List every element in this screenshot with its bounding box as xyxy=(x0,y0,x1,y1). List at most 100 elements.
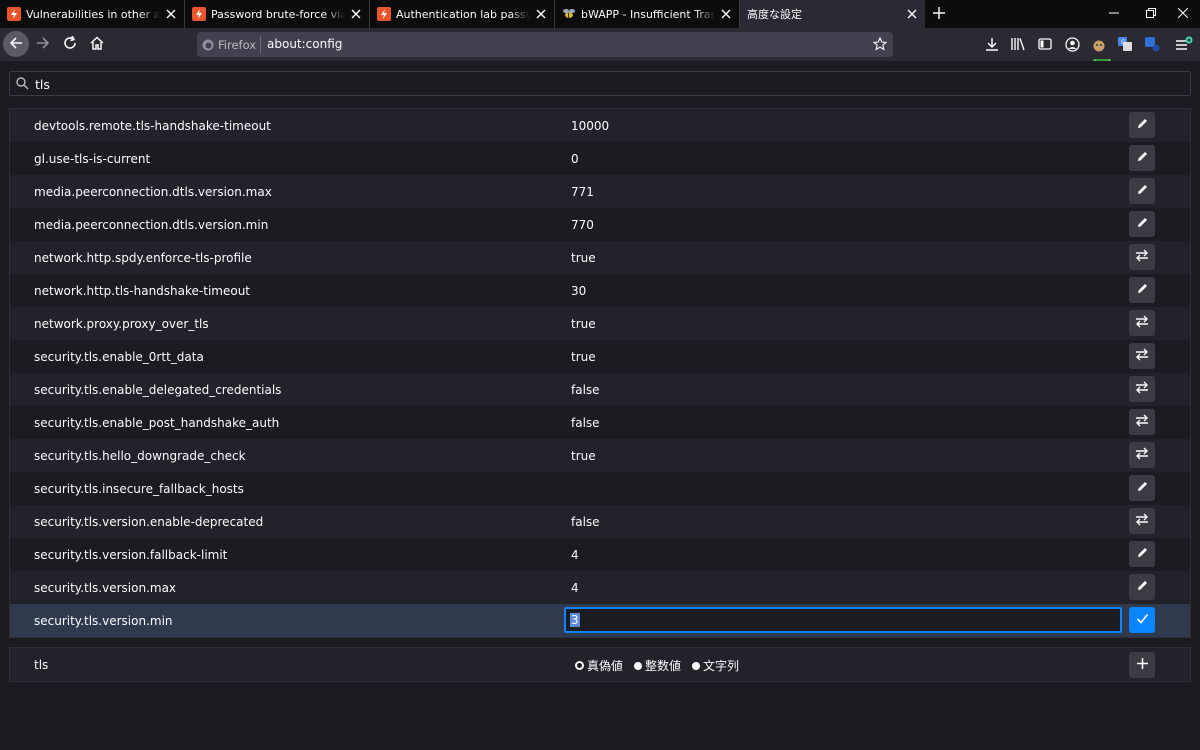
close-icon[interactable] xyxy=(534,7,548,21)
library-icon[interactable] xyxy=(1008,34,1028,54)
tab-password-brute-force[interactable]: Password brute-force via passw xyxy=(185,0,370,28)
radio-selected-icon xyxy=(575,661,584,670)
edit-button[interactable] xyxy=(1129,211,1155,237)
search-icon xyxy=(16,77,29,93)
close-icon[interactable] xyxy=(164,7,178,21)
tab-title: Password brute-force via passw xyxy=(211,7,345,21)
pencil-icon xyxy=(1136,579,1149,595)
pref-name: security.tls.hello_downgrade_check xyxy=(34,449,246,463)
about-config-page: tls devtools.remote.tls-handshake-timeou… xyxy=(0,61,1200,750)
pref-row[interactable]: gl.use-tls-is-current 0 xyxy=(10,142,1190,175)
minimize-button[interactable] xyxy=(1097,0,1131,28)
reload-button[interactable] xyxy=(57,31,83,57)
extension-language-icon[interactable] xyxy=(1142,34,1162,54)
save-button[interactable] xyxy=(1129,607,1155,633)
edit-button[interactable] xyxy=(1129,112,1155,138)
pref-value: true xyxy=(571,251,596,265)
toggle-arrows-icon xyxy=(1135,513,1149,529)
pref-name: security.tls.version.max xyxy=(34,581,177,595)
type-radio-string[interactable]: 文字列 xyxy=(692,657,739,674)
edit-button[interactable] xyxy=(1129,178,1155,204)
download-icon[interactable] xyxy=(982,34,1002,54)
account-icon[interactable] xyxy=(1062,34,1082,54)
edit-button[interactable] xyxy=(1129,541,1155,567)
pref-search-input[interactable]: tls xyxy=(9,71,1191,96)
pref-row[interactable]: media.peerconnection.dtls.version.max 771 xyxy=(10,175,1190,208)
toggle-button[interactable] xyxy=(1129,442,1155,468)
close-icon xyxy=(1177,7,1189,21)
pref-row[interactable]: security.tls.enable_post_handshake_auth f… xyxy=(10,406,1190,439)
toggle-button[interactable] xyxy=(1129,343,1155,369)
pencil-icon xyxy=(1136,150,1149,166)
tab-title: Vulnerabilities in other authentic xyxy=(26,7,160,21)
tab-authentication-lab[interactable]: Authentication lab passwords | xyxy=(370,0,555,28)
restore-button[interactable] xyxy=(1134,0,1168,28)
edit-button[interactable] xyxy=(1129,145,1155,171)
type-radio-number[interactable]: 整数値 xyxy=(634,657,681,674)
toggle-button[interactable] xyxy=(1129,508,1155,534)
burp-icon xyxy=(192,7,206,21)
pref-row[interactable]: security.tls.insecure_fallback_hosts xyxy=(10,472,1190,505)
pref-row-editing[interactable]: security.tls.version.min 3 xyxy=(10,604,1190,637)
pref-value: false xyxy=(571,416,600,430)
edit-button[interactable] xyxy=(1129,277,1155,303)
pref-name: media.peerconnection.dtls.version.max xyxy=(34,185,272,199)
tab-advanced-settings[interactable]: 高度な設定 xyxy=(740,0,925,28)
pencil-icon xyxy=(1136,183,1149,199)
toggle-button[interactable] xyxy=(1129,376,1155,402)
tab-vulnerabilities[interactable]: Vulnerabilities in other authentic xyxy=(0,0,185,28)
bookmark-star-icon[interactable] xyxy=(872,36,888,54)
pref-name: devtools.remote.tls-handshake-timeout xyxy=(34,119,271,133)
back-button[interactable] xyxy=(3,31,29,57)
restore-icon xyxy=(1146,7,1156,21)
close-icon[interactable] xyxy=(349,7,363,21)
pref-value: true xyxy=(571,350,596,364)
tab-title: Authentication lab passwords | xyxy=(396,7,530,21)
burp-icon xyxy=(377,7,391,21)
close-icon[interactable] xyxy=(719,7,733,21)
pref-row[interactable]: security.tls.version.enable-deprecated fa… xyxy=(10,505,1190,538)
pref-name: security.tls.version.fallback-limit xyxy=(34,548,228,562)
search-query: tls xyxy=(35,77,50,92)
url-text[interactable]: about:config xyxy=(267,37,342,51)
edit-button[interactable] xyxy=(1129,475,1155,501)
extension-local-icon[interactable] xyxy=(1089,34,1109,54)
pref-name: network.http.tls-handshake-timeout xyxy=(34,284,251,298)
pref-row[interactable]: security.tls.version.fallback-limit 4 xyxy=(10,538,1190,571)
svg-text:G: G xyxy=(1121,39,1126,46)
edit-button[interactable] xyxy=(1129,574,1155,600)
pref-row[interactable]: media.peerconnection.dtls.version.min 770 xyxy=(10,208,1190,241)
pref-row[interactable]: network.http.spdy.enforce-tls-profile tru… xyxy=(10,241,1190,274)
firefox-icon xyxy=(202,39,214,51)
sidebar-icon[interactable] xyxy=(1035,34,1055,54)
close-icon[interactable] xyxy=(905,7,919,21)
add-pref-button[interactable] xyxy=(1129,652,1155,678)
tab-bwapp[interactable]: bWAPP - Insufficient Transport xyxy=(555,0,740,28)
pref-value: true xyxy=(571,449,596,463)
tab-strip: Vulnerabilities in other authentic Passw… xyxy=(0,0,1200,28)
toggle-button[interactable] xyxy=(1129,310,1155,336)
type-radio-boolean[interactable]: 真偽値 xyxy=(575,657,623,674)
toggle-button[interactable] xyxy=(1129,244,1155,270)
pref-row[interactable]: devtools.remote.tls-handshake-timeout 100… xyxy=(10,109,1190,142)
pref-row[interactable]: security.tls.version.max 4 xyxy=(10,571,1190,604)
pref-row[interactable]: security.tls.enable_delegated_credential… xyxy=(10,373,1190,406)
menu-icon[interactable] xyxy=(1174,34,1194,54)
pref-name: network.proxy.proxy_over_tls xyxy=(34,317,209,331)
window-close-button[interactable] xyxy=(1166,0,1200,28)
toggle-button[interactable] xyxy=(1129,409,1155,435)
pref-row[interactable]: network.http.tls-handshake-timeout 30 xyxy=(10,274,1190,307)
type-label: 文字列 xyxy=(703,659,740,673)
pref-row[interactable]: security.tls.enable_0rtt_data true xyxy=(10,340,1190,373)
home-button[interactable] xyxy=(84,31,110,57)
pref-value-text: 3 xyxy=(570,613,580,627)
pref-row[interactable]: security.tls.hello_downgrade_check true xyxy=(10,439,1190,472)
url-bar[interactable]: Firefox about:config xyxy=(197,32,893,57)
pref-value-input[interactable]: 3 xyxy=(564,607,1122,633)
new-tab-button[interactable] xyxy=(925,0,953,28)
forward-button[interactable] xyxy=(30,31,56,57)
identity-box[interactable]: Firefox xyxy=(202,36,261,53)
pref-type-selector: 真偽値 整数値 文字列 xyxy=(575,657,750,674)
translate-icon[interactable]: G xyxy=(1115,34,1135,54)
pref-row[interactable]: network.proxy.proxy_over_tls true xyxy=(10,307,1190,340)
